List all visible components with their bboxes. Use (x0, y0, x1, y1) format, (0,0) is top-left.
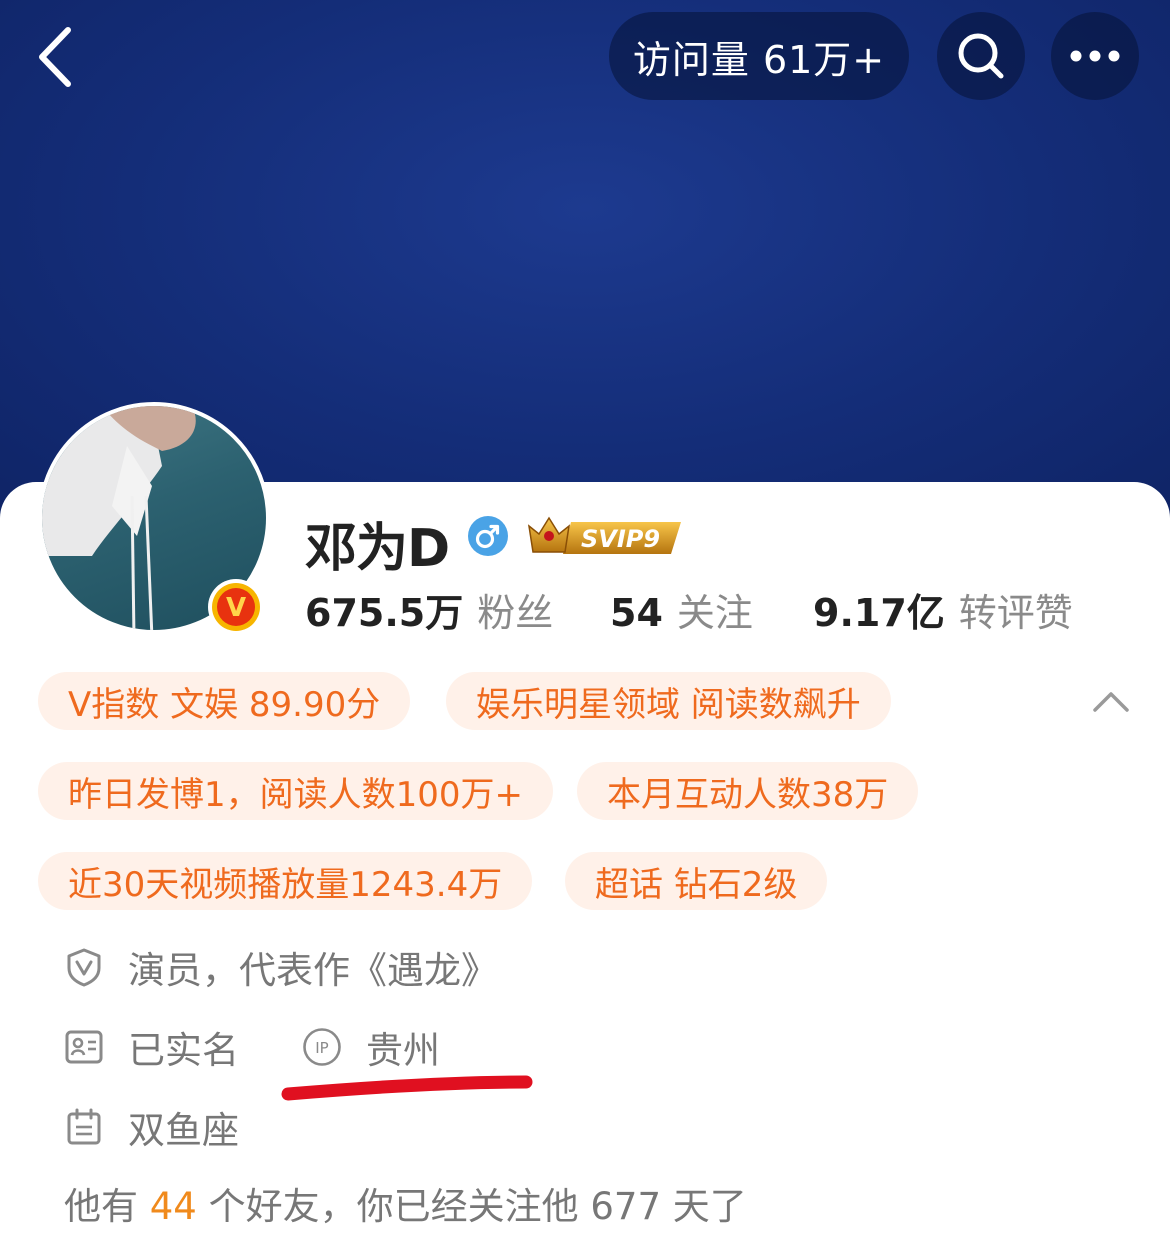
tag-label: 近30天视频播放量1243.4万 (68, 864, 503, 905)
real-name-row: 已实名 (64, 1020, 239, 1074)
interactions-stat[interactable]: 9.17亿 转评赞 (813, 582, 1073, 637)
tag-label: 超话 钻石2级 (595, 864, 798, 905)
tag-label: 娱乐明星领域 阅读数飙升 (476, 684, 861, 725)
tag-video-plays[interactable]: 近30天视频播放量1243.4万 (38, 852, 533, 910)
tag-label: V指数 文娱 89.90分 (68, 684, 381, 725)
ip-icon: IP (303, 1028, 341, 1066)
following-count: 54 (610, 591, 663, 635)
chevron-left-icon (39, 27, 71, 87)
more-icon (1070, 50, 1120, 62)
tag-v-index[interactable]: V指数 文娱 89.90分 (38, 672, 411, 730)
verification-text: 演员，代表作《遇龙》 (128, 949, 498, 992)
followers-label: 粉丝 (477, 591, 554, 635)
shield-v-icon (67, 948, 101, 987)
verification-row: 演员，代表作《遇龙》 (64, 940, 498, 994)
friends-count: 44 (149, 1185, 197, 1228)
search-icon (958, 33, 1004, 79)
friends-summary[interactable]: 他有 44 个好友，你已经关注他 677 天了 (64, 1176, 747, 1230)
more-button[interactable] (1051, 12, 1139, 100)
followers-count: 675.5万 (305, 591, 464, 635)
svg-text:IP: IP (315, 1039, 328, 1057)
ip-location-text: 贵州 (366, 1029, 440, 1072)
username: 邓为D (305, 519, 450, 579)
following-label: 关注 (676, 591, 753, 635)
visits-button[interactable]: 访问量 61万+ (609, 12, 909, 100)
svip-label: SVIP9 (581, 525, 660, 553)
calendar-icon (67, 1108, 101, 1145)
search-button[interactable] (937, 12, 1025, 100)
zodiac-text: 双鱼座 (128, 1109, 239, 1152)
verified-v-icon: V (208, 579, 264, 635)
red-underline-annotation (281, 1075, 533, 1101)
visits-label: 访问量 61万+ (632, 37, 886, 82)
id-card-icon (65, 1030, 103, 1064)
collapse-tags-button[interactable] (1091, 686, 1131, 716)
friends-suffix: 个好友，你已经关注他 677 天了 (208, 1185, 747, 1228)
svip-badge[interactable]: SVIP9 (523, 512, 685, 560)
real-name-text: 已实名 (128, 1029, 239, 1072)
zodiac-row: 双鱼座 (64, 1100, 239, 1154)
tag-super-topic[interactable]: 超话 钻石2级 (565, 852, 828, 910)
interactions-label: 转评赞 (958, 591, 1073, 635)
chevron-up-icon (1093, 692, 1129, 712)
male-icon (467, 515, 509, 557)
tag-label: 本月互动人数38万 (607, 774, 889, 815)
tag-label: 昨日发博1，阅读人数100万+ (68, 774, 524, 815)
verified-badge-label: V (226, 593, 246, 623)
followers-stat[interactable]: 675.5万 粉丝 (305, 582, 553, 637)
interactions-count: 9.17亿 (813, 591, 945, 635)
ip-location-row: IP 贵州 (302, 1020, 440, 1074)
tag-yesterday-posts[interactable]: 昨日发博1，阅读人数100万+ (38, 762, 554, 820)
following-stat[interactable]: 54 关注 (610, 582, 753, 637)
friends-prefix: 他有 (64, 1185, 138, 1228)
tag-monthly-interactions[interactable]: 本月互动人数38万 (577, 762, 919, 820)
back-button[interactable] (30, 22, 90, 92)
tag-domain-reads[interactable]: 娱乐明星领域 阅读数飙升 (446, 672, 891, 730)
verified-badge[interactable]: V (206, 577, 266, 637)
